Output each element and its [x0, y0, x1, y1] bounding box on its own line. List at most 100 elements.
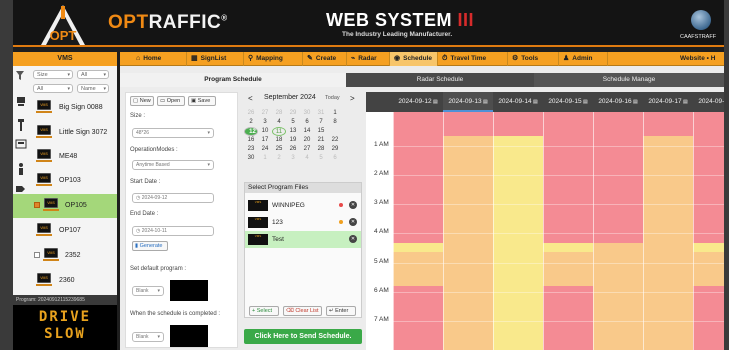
- schedule-block[interactable]: [593, 112, 643, 136]
- schedule-block[interactable]: [693, 332, 724, 350]
- nav-signlist[interactable]: ▦ SignList: [187, 52, 244, 66]
- next-month-button[interactable]: >: [350, 94, 355, 103]
- calendar-day[interactable]: 22: [328, 136, 342, 145]
- vms-checkbox[interactable]: [34, 202, 40, 208]
- calendar-day[interactable]: 10: [258, 127, 272, 136]
- calendar-day[interactable]: 26: [286, 145, 300, 154]
- calendar-day[interactable]: 2: [244, 118, 258, 127]
- calendar-day[interactable]: 1: [258, 154, 272, 163]
- vms-item[interactable]: VMS OP107: [13, 219, 117, 243]
- open-button[interactable]: ▭ Open: [157, 96, 185, 106]
- program-file-item[interactable]: VMS WINNIPEG ✕: [245, 197, 361, 214]
- schedule-block[interactable]: [693, 112, 724, 136]
- tab-radar-schedule[interactable]: Radar Schedule: [346, 73, 534, 87]
- calendar-day[interactable]: 8: [328, 118, 342, 127]
- schedule-block[interactable]: [593, 243, 643, 252]
- schedule-block[interactable]: [643, 252, 693, 286]
- calendar-day[interactable]: 21: [314, 136, 328, 145]
- schedule-day-header[interactable]: 2024-09-14 ▤: [493, 92, 543, 112]
- nav-schedule[interactable]: ◉ Schedule: [390, 52, 438, 66]
- calendar-day[interactable]: 18: [272, 136, 286, 145]
- calendar-day[interactable]: 3: [258, 118, 272, 127]
- vms-item[interactable]: VMS 2360: [13, 269, 117, 293]
- calendar-day[interactable]: 6: [328, 154, 342, 163]
- select-button[interactable]: + Select: [249, 306, 279, 316]
- calendar-day[interactable]: 28: [314, 145, 328, 154]
- schedule-block[interactable]: [693, 252, 724, 286]
- calendar-day[interactable]: 17: [258, 136, 272, 145]
- vms-item[interactable]: VMS Little Sign 3072: [13, 121, 117, 145]
- calendar-day[interactable]: 5: [314, 154, 328, 163]
- schedule-block[interactable]: [593, 252, 643, 286]
- send-schedule-button[interactable]: Click Here to Send Schedule.: [244, 329, 362, 344]
- calendar-day[interactable]: 2: [272, 154, 286, 163]
- schedule-block[interactable]: [643, 332, 693, 350]
- calendar-day[interactable]: 12: [244, 127, 258, 136]
- schedule-day-header[interactable]: 2024-09-17 ▤: [643, 92, 693, 112]
- schedule-block[interactable]: [443, 112, 493, 136]
- schedule-block[interactable]: [643, 243, 693, 252]
- nav-website[interactable]: Website • H: [676, 52, 724, 66]
- vms-checkbox[interactable]: [34, 252, 40, 258]
- schedule-day-header[interactable]: 2024-09-16 ▤: [593, 92, 643, 112]
- schedule-block[interactable]: [493, 112, 543, 136]
- schedule-day-header[interactable]: 2024-09-12 ▤: [393, 92, 443, 112]
- complete-select[interactable]: Blank ▾: [132, 332, 164, 342]
- schedule-block[interactable]: [643, 202, 693, 243]
- calendar-day[interactable]: 29: [286, 109, 300, 118]
- save-button[interactable]: ▣ Save: [188, 96, 216, 106]
- filter-icon[interactable]: [15, 70, 25, 82]
- schedule-day-header[interactable]: 2024-09-13 ▤: [443, 92, 493, 112]
- schedule-block[interactable]: [493, 202, 543, 243]
- calendar-day[interactable]: 27: [300, 145, 314, 154]
- new-button[interactable]: ▢ New: [130, 96, 154, 106]
- nav-home[interactable]: ⌂ Home: [132, 52, 187, 66]
- end-date-input[interactable]: ◷ 2024-10-11: [132, 226, 214, 236]
- calendar-day[interactable]: 11: [272, 127, 286, 136]
- vms-item[interactable]: VMS ME48: [13, 145, 117, 169]
- remove-icon[interactable]: ✕: [349, 218, 357, 226]
- user-avatar[interactable]: [691, 10, 711, 30]
- remove-icon[interactable]: ✕: [349, 201, 357, 209]
- schedule-block[interactable]: [493, 332, 543, 350]
- default-program-select[interactable]: Blank ▾: [132, 286, 164, 296]
- mode-select[interactable]: Anytime Based ▾: [132, 160, 214, 170]
- schedule-block[interactable]: [543, 112, 593, 136]
- vms-item[interactable]: VMS OP103: [13, 169, 117, 193]
- calendar-day[interactable]: 16: [244, 136, 258, 145]
- calendar-day[interactable]: 25: [272, 145, 286, 154]
- calendar-day[interactable]: 14: [300, 127, 314, 136]
- schedule-block[interactable]: [693, 243, 724, 252]
- nav-mapping[interactable]: ⚲ Mapping: [244, 52, 303, 66]
- calendar-day[interactable]: 30: [244, 154, 258, 163]
- nav-tools[interactable]: ⚙ Tools: [508, 52, 559, 66]
- calendar-day[interactable]: 20: [300, 136, 314, 145]
- calendar-day[interactable]: 24: [258, 145, 272, 154]
- schedule-block[interactable]: [393, 202, 443, 243]
- tab-program-schedule[interactable]: Program Schedule: [120, 73, 346, 87]
- schedule-block[interactable]: [393, 252, 443, 286]
- vms-item[interactable]: VMS Big Sign 0088: [13, 96, 117, 120]
- schedule-block[interactable]: [593, 202, 643, 243]
- prev-month-button[interactable]: <: [248, 94, 253, 103]
- calendar-day[interactable]: 23: [244, 145, 258, 154]
- schedule-block[interactable]: [693, 202, 724, 243]
- schedule-block[interactable]: [393, 332, 443, 350]
- schedule-block[interactable]: [543, 202, 593, 243]
- nav-admin[interactable]: ♟ Admin: [559, 52, 608, 66]
- calendar-day[interactable]: 27: [258, 109, 272, 118]
- calendar-day[interactable]: 5: [286, 118, 300, 127]
- calendar-day[interactable]: 3: [286, 154, 300, 163]
- schedule-day-header[interactable]: 2024-09-18 ▤: [693, 92, 724, 112]
- calendar-day[interactable]: 31: [314, 109, 328, 118]
- start-date-input[interactable]: ◷ 2024-09-12: [132, 193, 214, 203]
- schedule-block[interactable]: [443, 332, 493, 350]
- program-file-item[interactable]: VMS Test ✕: [245, 231, 361, 248]
- calendar-day[interactable]: 28: [272, 109, 286, 118]
- schedule-block[interactable]: [543, 332, 593, 350]
- schedule-day-header[interactable]: 2024-09-15 ▤: [543, 92, 593, 112]
- calendar-day[interactable]: 29: [328, 145, 342, 154]
- today-button[interactable]: Today: [325, 95, 340, 101]
- schedule-block[interactable]: [543, 243, 593, 252]
- size-select[interactable]: 48*26 ▾: [132, 128, 214, 138]
